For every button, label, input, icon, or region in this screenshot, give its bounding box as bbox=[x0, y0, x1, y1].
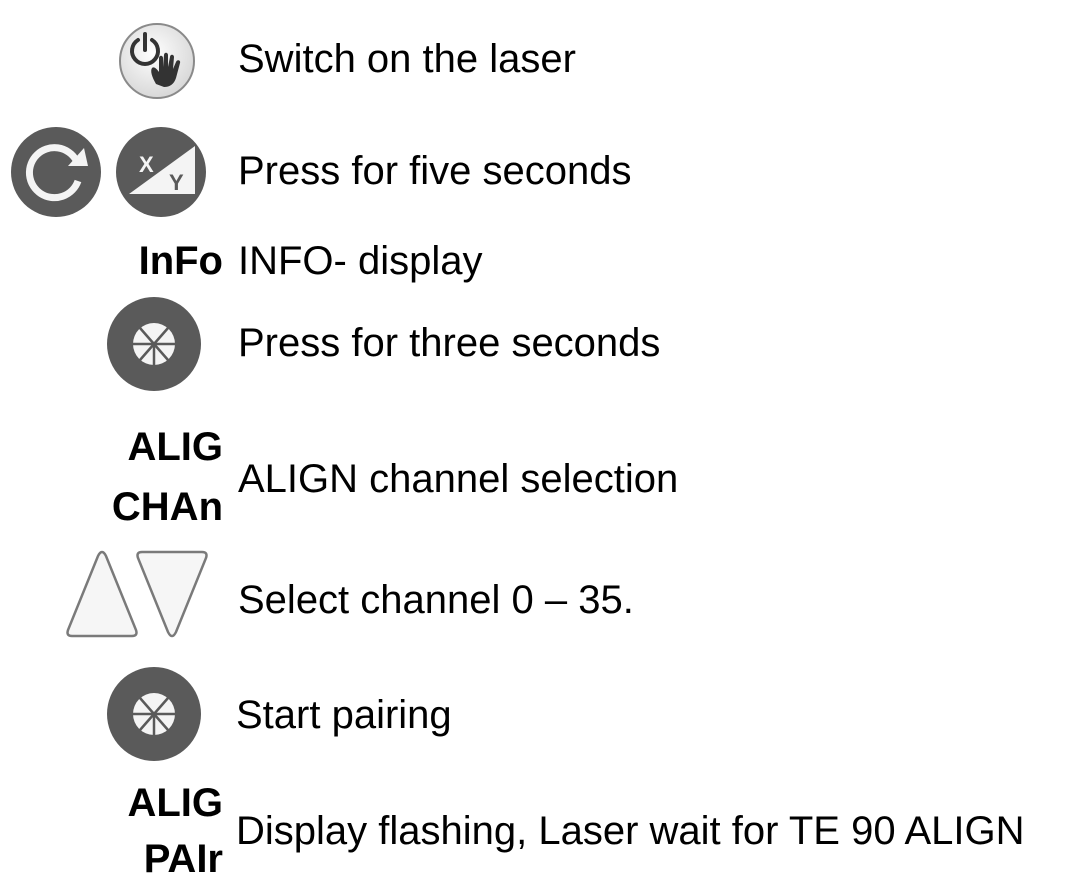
power-hand-button-icon[interactable] bbox=[108, 22, 206, 100]
display-code-alig-2: ALIG bbox=[127, 781, 223, 825]
step-4-text: Press for three seconds bbox=[238, 321, 661, 365]
alignment-button-icon[interactable] bbox=[102, 296, 206, 392]
display-code-info: InFo bbox=[138, 239, 223, 283]
arrow-up-button-icon[interactable] bbox=[64, 548, 140, 640]
xy-slope-button-icon[interactable]: X Y bbox=[115, 126, 207, 218]
display-code-chan: CHAn bbox=[111, 485, 223, 529]
arrow-down-button-icon[interactable] bbox=[134, 548, 210, 640]
step-5-text: ALIGN channel selection bbox=[238, 457, 679, 501]
display-code-alig-1: ALIG bbox=[127, 425, 223, 469]
step-2-text: Press for five seconds bbox=[238, 149, 632, 193]
step-7-text: Start pairing bbox=[236, 693, 452, 737]
step-6-text: Select channel 0 – 35. bbox=[238, 578, 634, 622]
alignment-button-icon[interactable] bbox=[102, 666, 206, 762]
rotate-button-icon[interactable] bbox=[10, 126, 102, 218]
svg-text:Y: Y bbox=[169, 170, 184, 195]
display-code-pair: PAIr bbox=[143, 837, 223, 881]
svg-text:X: X bbox=[139, 152, 154, 177]
step-1-text: Switch on the laser bbox=[238, 37, 576, 81]
step-8-text: Display flashing, Laser wait for TE 90 A… bbox=[236, 809, 1025, 853]
step-3-text: INFO- display bbox=[238, 239, 483, 283]
